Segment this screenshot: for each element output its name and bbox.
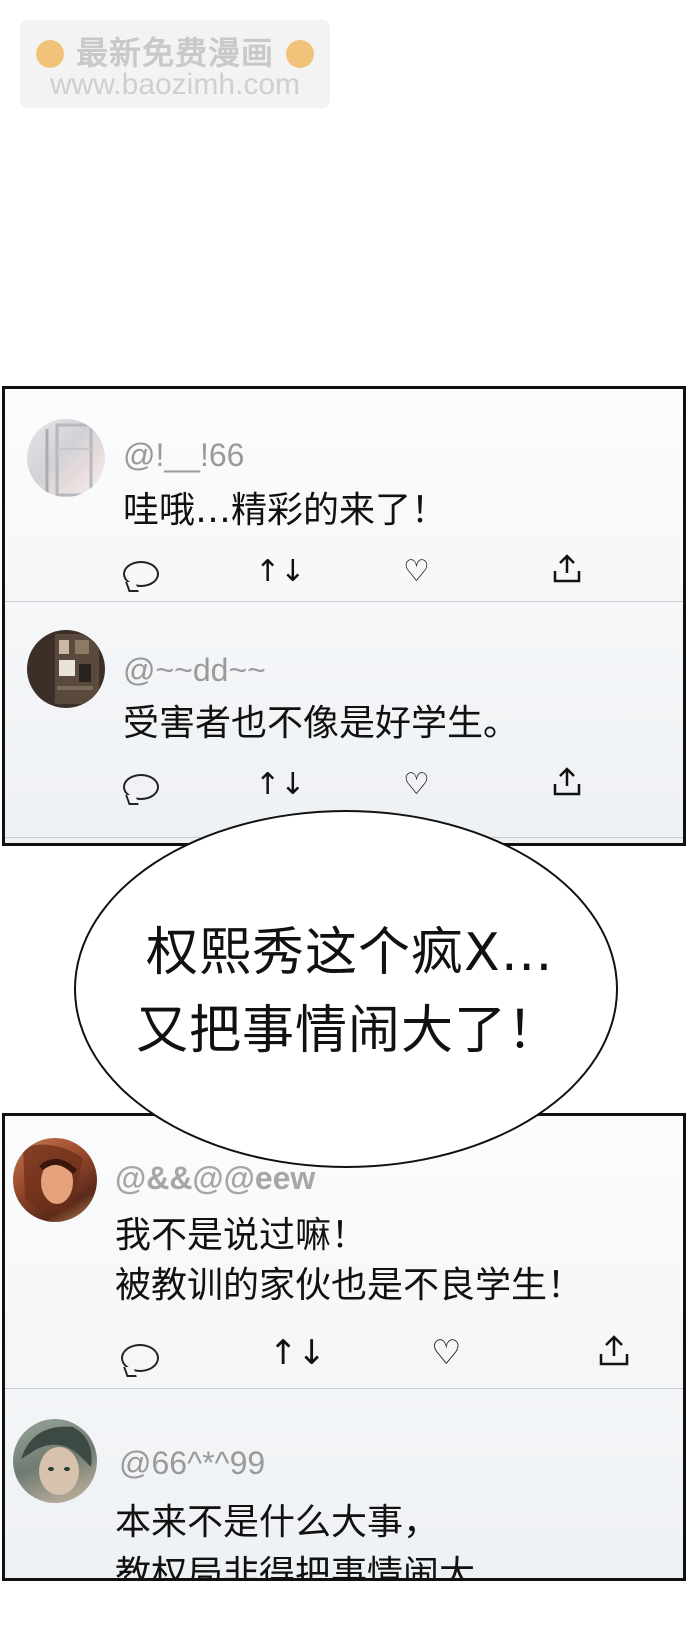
avatar-image [21,1426,92,1495]
comment-text-line: 被教训的家伙也是不良学生！ [115,1265,584,1306]
reply-icon[interactable] [123,561,159,587]
comment-text: 受害者也不像是好学生。 [123,703,520,744]
comment-text: 哇哦…精彩的来了！ [123,490,448,531]
share-icon[interactable] [597,1334,631,1368]
repost-icon[interactable]: ↑↓ [255,557,305,587]
avatar[interactable] [13,1419,97,1503]
pointing-hand-icon [35,40,64,68]
reply-icon[interactable] [123,774,159,800]
avatar[interactable] [27,630,105,708]
like-icon[interactable]: ♡ [403,557,430,587]
watermark-title: 最新免费漫画 [75,34,274,72]
like-icon[interactable]: ♡ [431,1336,461,1370]
comment-panel-1: @!__!66 哇哦…精彩的来了！ ↑↓ ♡ @~~dd~~ 受害者也不像是好学… [2,386,686,846]
pointing-hand-icon [286,40,315,68]
share-icon[interactable] [551,553,583,585]
speech-line-1: 权熙秀这个疯X… [146,923,554,983]
repost-icon[interactable]: ↑↓ [255,770,305,800]
avatar-image [55,634,99,704]
comment-post: @!__!66 哇哦…精彩的来了！ ↑↓ ♡ [5,389,683,601]
speech-line-2: 又把事情闹大了！ [136,1001,561,1061]
avatar[interactable] [27,419,105,497]
comment-text-line: 教权局非得把事情闹大 [115,1554,476,1581]
repost-icon[interactable]: ↑↓ [269,1336,326,1370]
comment-text-line: 我不是说过嘛！ [115,1215,368,1256]
like-icon[interactable]: ♡ [403,770,430,800]
comment-text-line: 本来不是什么大事， [115,1502,440,1543]
reply-icon[interactable] [121,1344,159,1372]
comment-panel-2: @&&@@eew 我不是说过嘛！ 被教训的家伙也是不良学生！ ↑↓ ♡ @66^… [2,1113,686,1581]
avatar-image [45,423,93,497]
user-handle[interactable]: @66^*^99 [119,1445,265,1482]
watermark-banner: 最新免费漫画 www.baozimh.com [20,20,330,108]
watermark-url: www.baozimh.com [49,68,301,101]
speech-bubble: 权熙秀这个疯X… 又把事情闹大了！ [74,810,618,1168]
share-icon[interactable] [551,766,583,798]
user-handle[interactable]: @!__!66 [123,437,244,474]
comment-post: @66^*^99 本来不是什么大事， 教权局非得把事情闹大 [5,1389,683,1581]
user-handle[interactable]: @~~dd~~ [123,652,266,689]
comment-post: @~~dd~~ 受害者也不像是好学生。 ↑↓ ♡ [5,602,683,822]
